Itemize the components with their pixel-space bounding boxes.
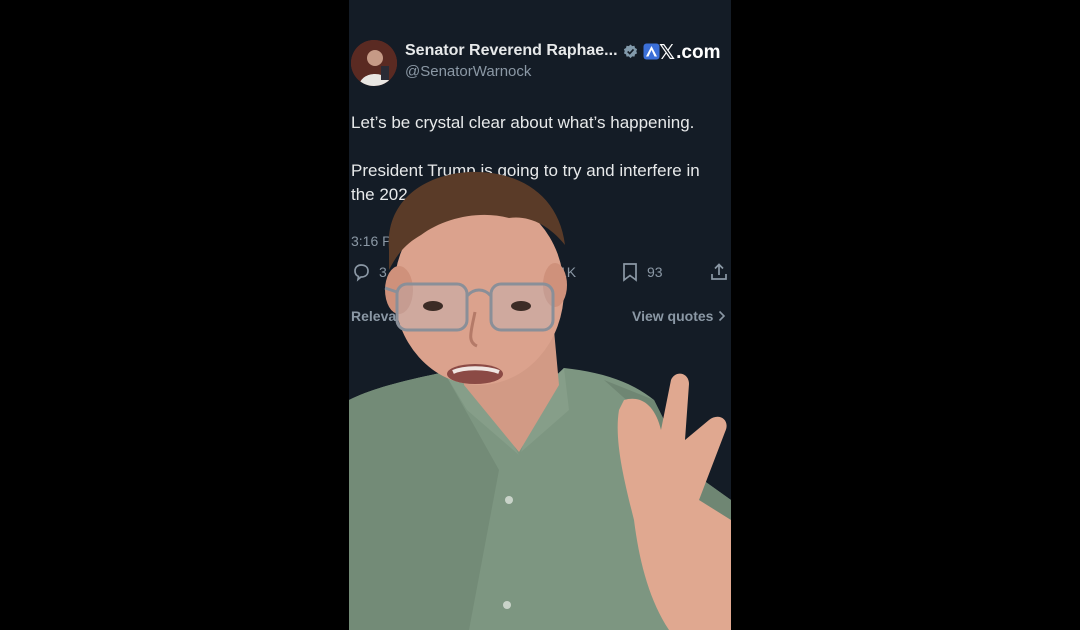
author-display-name[interactable]: Senator Reverend Raphae... [405, 42, 618, 60]
reply-button[interactable]: 3 [351, 262, 387, 282]
chevron-right-icon [718, 310, 726, 322]
like-count: 1K [559, 264, 577, 280]
bookmark-count: 93 [647, 264, 663, 280]
brand-watermark: 𝕏 .com [659, 40, 720, 65]
tweet-timestamp[interactable]: 3:16 P [351, 233, 391, 249]
tweet-line-2: President Trump is going to try and inte… [351, 161, 700, 204]
tweet-body: Let’s be crystal clear about what’s happ… [351, 111, 727, 231]
bookmark-icon [621, 262, 639, 282]
affiliate-badge-icon [643, 43, 660, 60]
reply-icon [351, 262, 371, 282]
profile-avatar[interactable] [351, 40, 397, 86]
share-button[interactable] [709, 262, 731, 282]
author-name-row: Senator Reverend Raphae... [405, 42, 660, 60]
brand-suffix: .com [676, 41, 721, 63]
share-icon [709, 262, 729, 282]
tweet-line-1: Let’s be crystal clear about what’s happ… [351, 113, 695, 132]
author-handle[interactable]: @SenatorWarnock [405, 63, 531, 80]
view-quotes-label: View quotes [632, 308, 714, 324]
reply-count: 3 [379, 264, 387, 280]
avatar-image [351, 40, 397, 86]
x-logo-icon: 𝕏 [659, 42, 676, 64]
bookmark-button[interactable]: 93 [621, 262, 663, 282]
video-frame: Senator Reverend Raphae... 𝕏 .com @Senat… [349, 0, 731, 630]
relevant-replies-label[interactable]: Releva [351, 308, 396, 324]
view-quotes-link[interactable]: View quotes [632, 308, 726, 324]
tweet-action-bar: 3 1K 93 [349, 262, 731, 288]
verified-badge-icon [623, 43, 638, 59]
like-button[interactable]: 1K [559, 264, 576, 280]
